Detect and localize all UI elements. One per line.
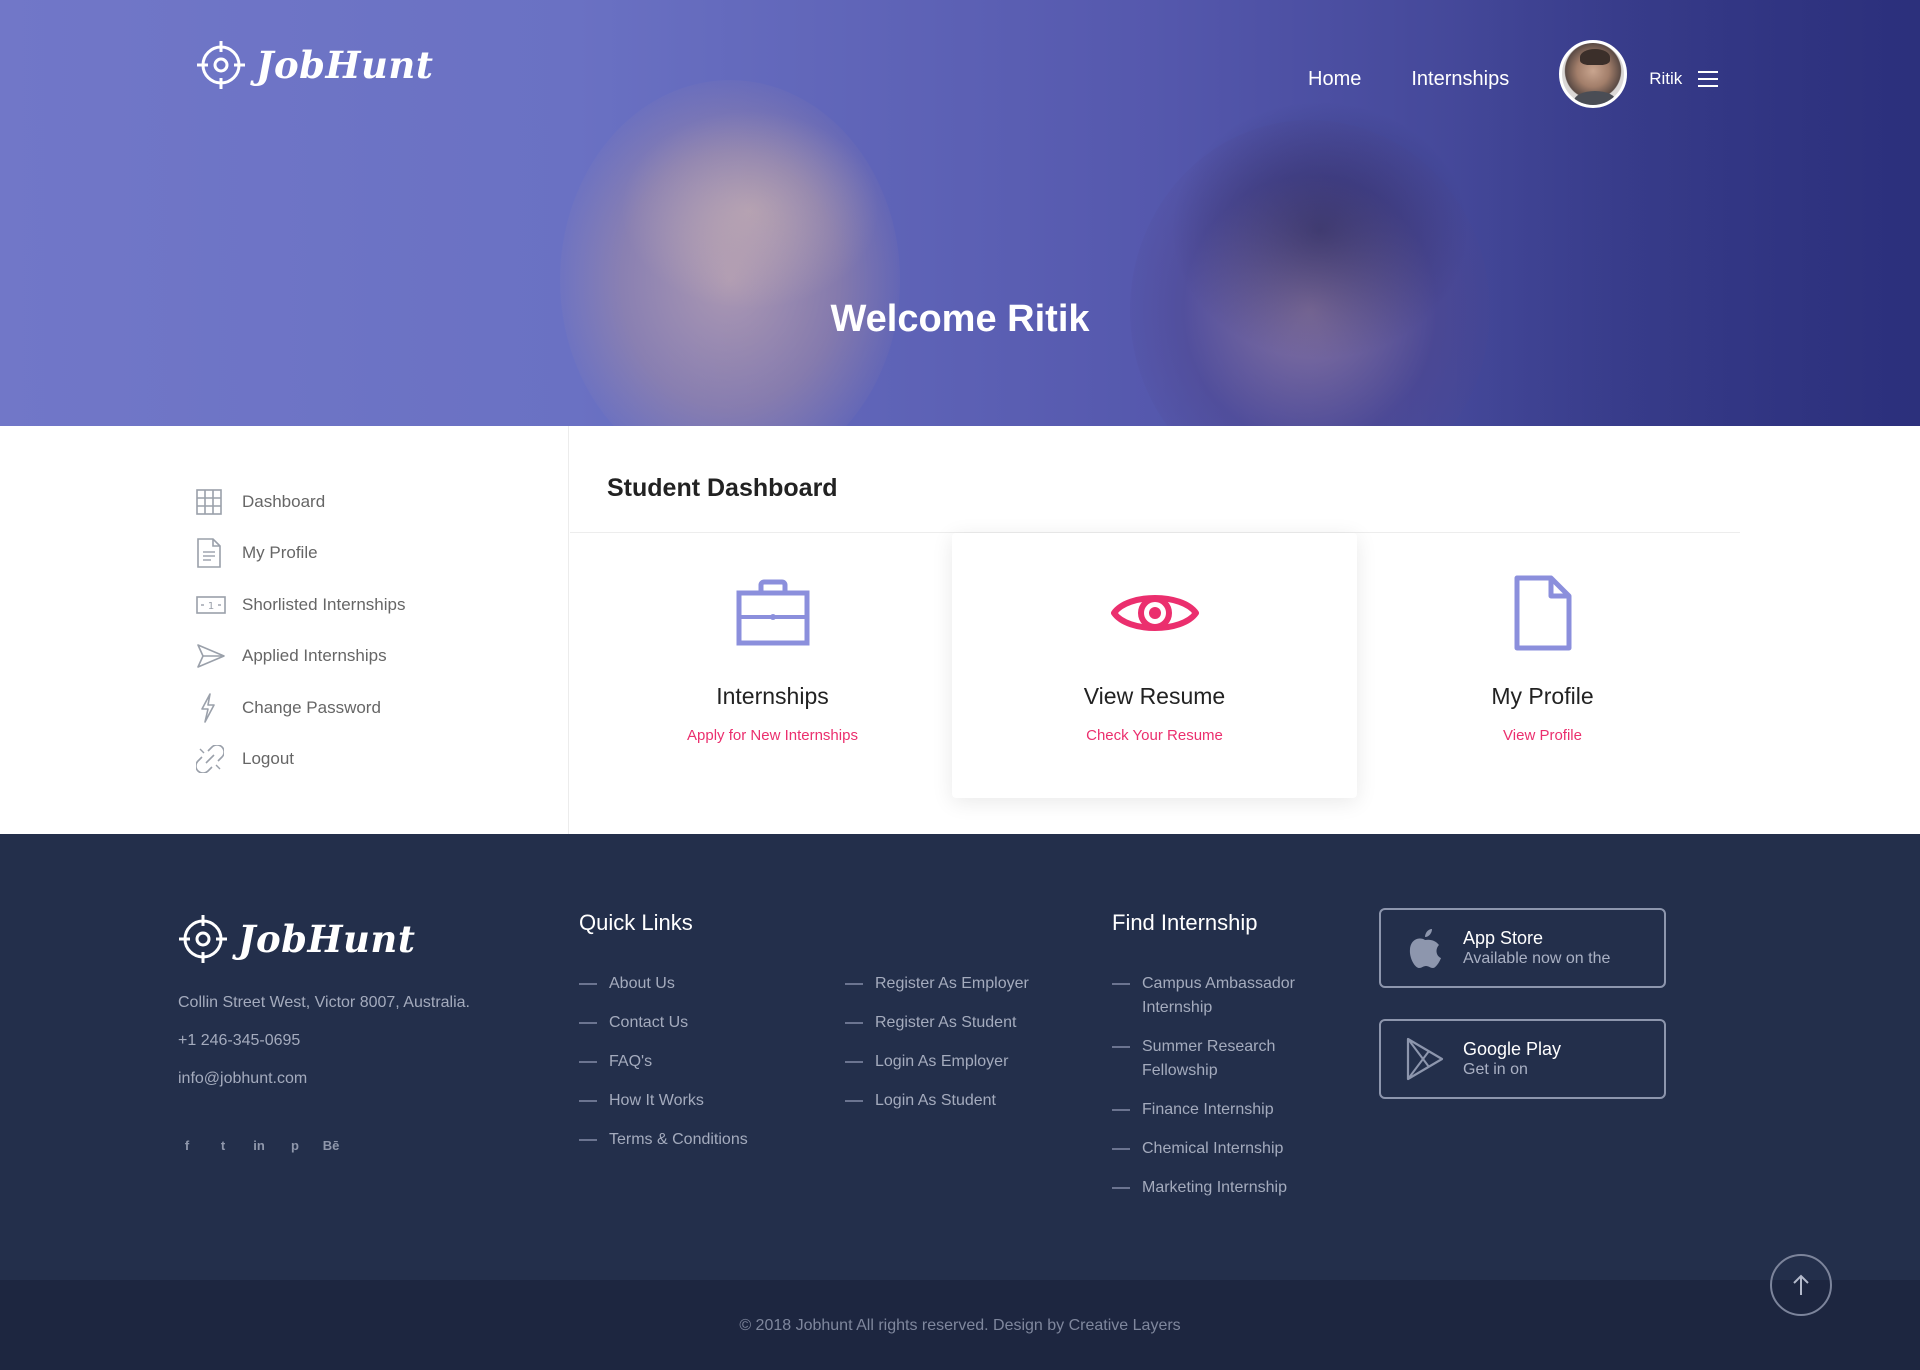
footer-phone: +1 246-345-0695 [178, 1032, 301, 1049]
footer-link[interactable]: Terms & Conditions [579, 1128, 748, 1152]
card-internships[interactable]: Internships Apply for New Internships [570, 533, 975, 798]
app-store-button[interactable]: App Store Available now on the [1379, 908, 1666, 988]
google-play-button[interactable]: Google Play Get in on [1379, 1019, 1666, 1099]
quick-links-title: Quick Links [579, 910, 693, 935]
card-link[interactable]: Apply for New Internships [570, 727, 975, 744]
logo-text: JobHunt [238, 917, 416, 961]
grid-icon [196, 487, 232, 517]
sidebar-item-label: Dashboard [242, 491, 326, 511]
document-icon [196, 538, 232, 569]
copyright-bar: © 2018 Jobhunt All rights reserved. Desi… [0, 1280, 1920, 1370]
footer-link[interactable]: Login As Employer [845, 1050, 1029, 1074]
site-footer: JobHunt Collin Street West, Victor 8007,… [0, 834, 1920, 1280]
file-icon [1340, 573, 1745, 653]
sidebar-item-label: Change Password [242, 697, 381, 717]
card-link[interactable]: View Profile [1340, 727, 1745, 744]
crosshair-logo-icon [197, 41, 245, 89]
card-link[interactable]: Check Your Resume [952, 727, 1357, 744]
card-my-profile[interactable]: My Profile View Profile [1340, 533, 1745, 798]
sidebar-item-applied[interactable]: Applied Internships [196, 631, 566, 683]
sidebar-item-my-profile[interactable]: My Profile [196, 528, 566, 580]
unlink-icon [196, 744, 232, 774]
logo-text: JobHunt [256, 43, 434, 87]
sidebar-item-label: My Profile [242, 543, 318, 563]
footer-link[interactable]: Contact Us [579, 1011, 748, 1035]
hero-banner: JobHunt Home Internships Ritik Welcome R… [0, 0, 1920, 426]
footer-logo[interactable]: JobHunt [178, 914, 415, 964]
briefcase-icon [570, 573, 975, 653]
sidebar-item-label: Logout [242, 749, 294, 769]
card-title: View Resume [1083, 683, 1226, 709]
hamburger-menu-icon[interactable] [1698, 71, 1719, 87]
footer-link[interactable]: Register As Student [845, 1011, 1029, 1035]
sidebar-item-dashboard[interactable]: Dashboard [196, 476, 566, 528]
play-store-icon [1403, 1034, 1447, 1084]
find-internship-title: Find Internship [1112, 910, 1258, 935]
quick-links-col1: About Us Contact Us FAQ's How It Works T… [579, 972, 748, 1167]
footer-link[interactable]: Chemical Internship [1112, 1137, 1312, 1161]
hero-background-highlight [620, 110, 880, 310]
card-title: My Profile [1491, 683, 1594, 709]
footer-link[interactable]: Register As Employer [845, 972, 1029, 996]
scroll-to-top-button[interactable] [1770, 1254, 1832, 1316]
eye-icon [952, 573, 1357, 653]
app-store-subtitle: Available now on the [1463, 950, 1611, 967]
pinterest-icon[interactable]: p [286, 1136, 304, 1154]
google-play-subtitle: Get in on [1463, 1061, 1528, 1078]
footer-link[interactable]: Finance Internship [1112, 1098, 1312, 1122]
nav-home-link[interactable]: Home [1308, 68, 1361, 91]
header-logo[interactable]: JobHunt [196, 40, 433, 90]
find-internship-links: Campus Ambassador Internship Summer Rese… [1112, 972, 1312, 1215]
sidebar-item-logout[interactable]: Logout [196, 734, 566, 786]
sidebar-item-label: Shorlisted Internships [242, 594, 406, 614]
user-name[interactable]: Ritik [1649, 69, 1682, 89]
footer-link[interactable]: Marketing Internship [1112, 1176, 1312, 1200]
footer-link[interactable]: How It Works [579, 1089, 748, 1113]
social-links: f t in p Bē [178, 1136, 340, 1154]
dashboard-cards: Internships Apply for New Internships Vi… [570, 533, 1740, 798]
linkedin-icon[interactable]: in [250, 1136, 268, 1154]
twitter-icon[interactable]: t [214, 1136, 232, 1154]
google-play-title: Google Play [1463, 1039, 1562, 1059]
arrow-up-icon [1793, 1274, 1809, 1295]
footer-email[interactable]: info@jobhunt.com [178, 1070, 307, 1088]
hero-title: Welcome Ritik [830, 298, 1090, 340]
sidebar-item-shortlisted[interactable]: 1 Shorlisted Internships [196, 579, 566, 631]
footer-link[interactable]: About Us [579, 972, 748, 996]
footer-link[interactable]: FAQ's [579, 1050, 748, 1074]
footer-link[interactable]: Login As Student [845, 1089, 1029, 1113]
sidebar-item-change-password[interactable]: Change Password [196, 682, 566, 734]
user-avatar[interactable] [1559, 40, 1628, 108]
dashboard-sidebar: Dashboard My Profile 1 Shorlisted Intern… [196, 476, 566, 785]
crosshair-logo-icon [179, 915, 227, 963]
card-title: Internships [716, 683, 829, 709]
svg-text:1: 1 [208, 601, 214, 612]
main-nav: Home Internships Ritik [1308, 40, 1719, 108]
app-store-title: App Store [1463, 928, 1544, 948]
card-view-resume[interactable]: View Resume Check Your Resume [952, 533, 1357, 798]
footer-link[interactable]: Campus Ambassador Internship [1112, 972, 1312, 1020]
footer-address: Collin Street West, Victor 8007, Austral… [178, 994, 470, 1011]
money-icon: 1 [196, 590, 232, 620]
quick-links-col2: Register As Employer Register As Student… [845, 972, 1029, 1128]
nav-internships-link[interactable]: Internships [1411, 68, 1509, 91]
behance-icon[interactable]: Bē [322, 1136, 340, 1154]
copyright-text: © 2018 Jobhunt All rights reserved. Desi… [739, 1317, 1181, 1334]
sidebar-divider [568, 426, 569, 834]
facebook-icon[interactable]: f [178, 1136, 196, 1154]
apple-icon [1403, 923, 1447, 973]
footer-link[interactable]: Summer Research Fellowship [1112, 1035, 1312, 1083]
paper-plane-icon [196, 641, 232, 671]
lightning-icon [196, 692, 232, 723]
sidebar-item-label: Applied Internships [242, 646, 387, 666]
page-title: Student Dashboard [607, 474, 838, 502]
